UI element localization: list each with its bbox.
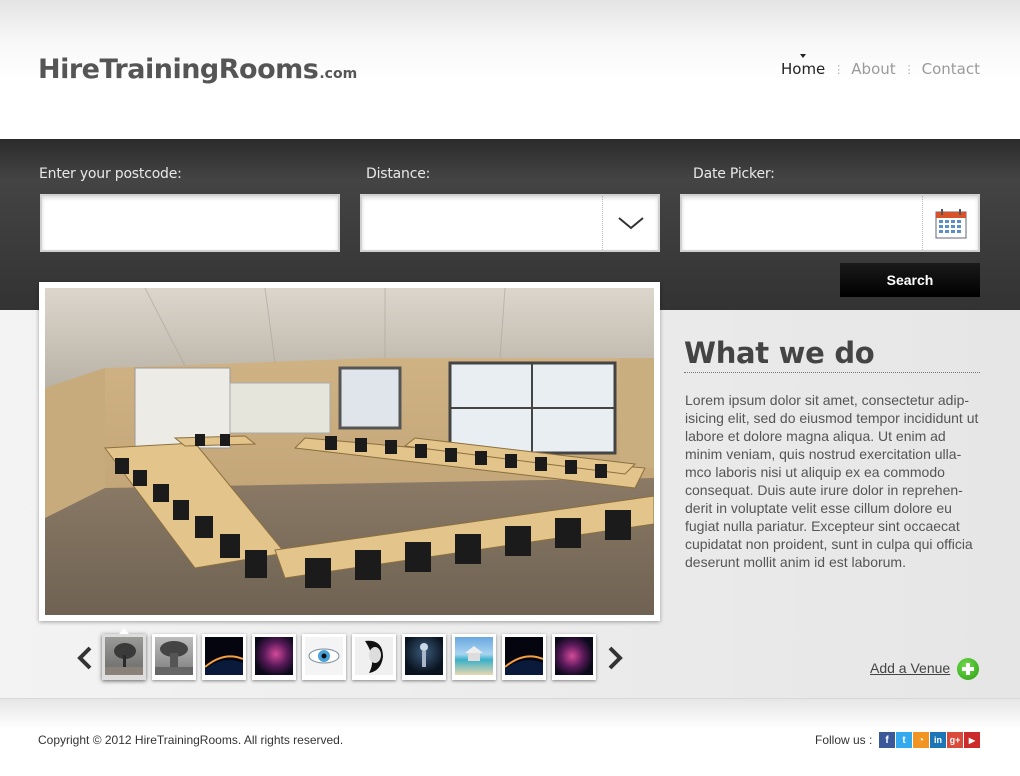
training-room-photo [45,288,654,615]
planet-horizon-thumbnail-2 [504,637,544,675]
twitter-icon[interactable]: t [896,732,912,748]
linkedin-icon[interactable]: in [930,732,946,748]
thumbnail-4[interactable] [252,634,296,680]
main-nav: Home ⋮ About ⋮ Contact [780,54,980,78]
next-arrow-icon[interactable] [605,645,625,671]
planet-horizon-image-2 [504,655,544,675]
nav-separator: ⋮ [833,62,844,76]
thumbnail-10[interactable] [552,634,596,680]
postcode-label: Enter your postcode: [39,166,182,182]
calendar-icon [935,209,966,239]
nav-home-label: Home [780,60,826,78]
thumbnail-9[interactable] [502,634,546,680]
planet-horizon-thumbnail [204,637,244,675]
previous-arrow-icon[interactable] [75,645,95,671]
mushroom-cloud-thumbnail [155,637,193,675]
beach-hut-image [465,646,483,661]
postcode-field-box [40,194,340,252]
portrait-image [365,640,383,673]
nebula-thumbnail [255,637,293,675]
search-button[interactable]: Search [840,263,980,297]
distance-dropdown-toggle[interactable] [602,196,658,250]
copyright-text: Copyright © 2012 HireTrainingRooms. All … [38,733,344,747]
nav-separator: ⋮ [903,62,915,76]
add-venue-link[interactable]: Add a Venue [870,660,950,676]
featured-photo-frame [39,282,660,621]
googleplus-icon[interactable]: g+ [947,732,963,748]
figure-image [420,643,428,667]
logo-suffix: .com [319,66,358,82]
site-logo[interactable]: HireTrainingRooms.com [38,54,357,85]
date-label: Date Picker: [693,166,775,182]
tree-thumbnail [105,637,143,675]
heading-divider [684,372,980,373]
nav-about[interactable]: About [851,60,895,78]
mushroom-cloud-image [155,641,193,675]
date-field-box [680,194,980,252]
social-links: f t ◔ in g+ ▶ [879,732,980,748]
thumbnail-8[interactable] [452,634,496,680]
youtube-icon[interactable]: ▶ [964,732,980,748]
thumbnail-6[interactable] [352,634,396,680]
thumbnail-3[interactable] [202,634,246,680]
eye-thumbnail [305,637,343,675]
portrait-thumbnail [355,637,393,675]
nav-home[interactable]: Home [780,54,826,78]
thumbnail-2[interactable] [152,634,196,680]
nebula-thumbnail-2 [555,637,593,675]
thumbnail-1[interactable] [102,628,146,680]
thumbnail-7[interactable] [402,634,446,680]
rss-icon[interactable]: ◔ [913,732,929,748]
distance-label: Distance: [366,166,431,182]
postcode-input[interactable] [42,196,338,250]
what-we-do-heading: What we do [684,336,875,370]
thumbnail-5[interactable] [302,634,346,680]
tree-thumbnail-image [105,643,143,675]
what-we-do-text: Lorem ipsum dolor sit amet, consectetur … [685,392,979,570]
logo-main: HireTrainingRooms [38,54,319,85]
nav-contact[interactable]: Contact [922,60,980,78]
eye-image [308,648,340,664]
add-plus-icon[interactable] [957,658,979,680]
figure-thumbnail [405,637,443,675]
active-caret-icon [800,54,807,58]
facebook-icon[interactable]: f [879,732,895,748]
planet-horizon-image [204,655,244,675]
training-room-image [45,288,654,615]
beach-hut-thumbnail [455,637,493,675]
follow-us-label: Follow us : [815,733,873,747]
chevron-down-icon [617,217,644,230]
calendar-button[interactable] [922,196,978,250]
distance-select[interactable] [360,194,660,252]
